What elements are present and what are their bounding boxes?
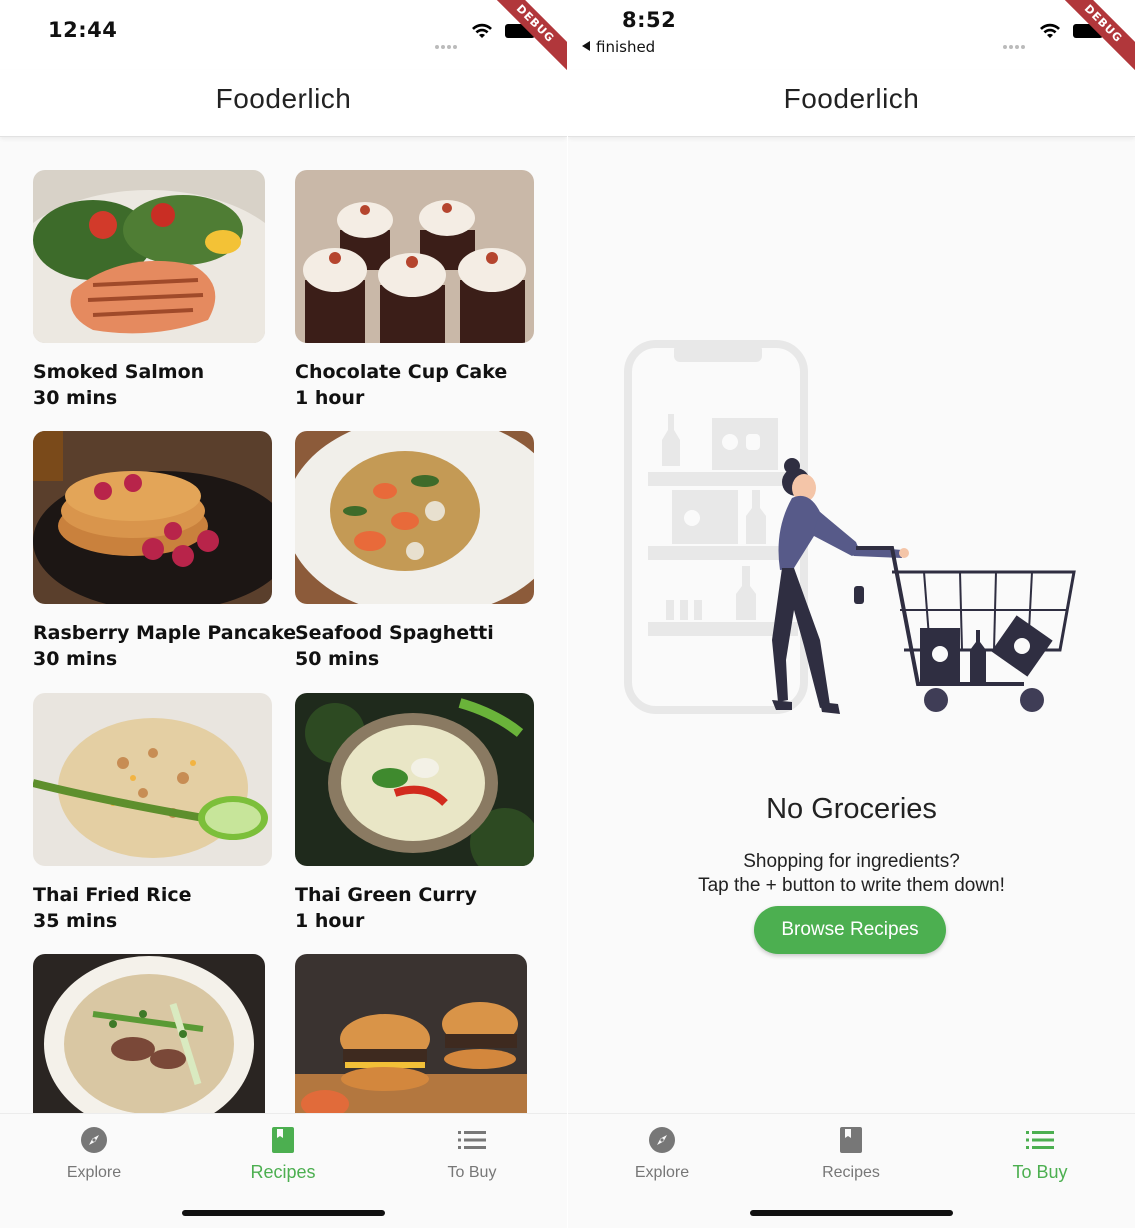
compass-icon [81,1127,107,1153]
bottom-navigation: Explore Recipes To Buy [568,1113,1135,1228]
nav-explore-label: Explore [66,1164,122,1181]
nav-to-buy[interactable]: To Buy [970,1124,1110,1183]
app-bar: Fooderlich [568,70,1135,137]
recipe-name: Thai Fried Rice [33,884,192,906]
app-title: Fooderlich [783,83,920,114]
list-icon [458,1131,486,1149]
home-indicator[interactable] [182,1210,385,1216]
nav-recipes-label: Recipes [822,1164,880,1181]
status-bar: 12:44 DEBUG [0,0,567,74]
recipe-image-chocolate-cup-cake [295,170,534,343]
empty-state-line-1: Shopping for ingredients? [743,851,960,872]
recipe-card[interactable] [33,954,265,1113]
status-time: 12:44 [48,18,118,42]
back-label: finished [596,38,656,56]
wifi-icon [472,23,492,38]
nav-to-buy[interactable]: To Buy [402,1124,542,1182]
to-buy-screen: 8:52 finished DEBUG Fooderlich No Grocer… [568,0,1135,1228]
recipe-image-burgers [295,954,527,1113]
recipes-screen: 12:44 DEBUG Fooderlich Smoked Salmon 30 … [0,0,567,1228]
recipe-image-smoked-salmon [33,170,265,343]
recipe-card[interactable]: Seafood Spaghetti 50 mins [295,431,534,672]
bottom-navigation: Explore Recipes To Buy [0,1113,567,1228]
nav-explore[interactable]: Explore [592,1124,732,1182]
recipe-name: Chocolate Cup Cake [295,361,508,383]
back-to-app-link[interactable]: finished [582,38,655,56]
recipe-image-thai-green-curry [295,693,534,866]
recipe-grid[interactable]: Smoked Salmon 30 mins Chocolate Cup Cake… [33,170,543,1113]
browse-recipes-button[interactable]: Browse Recipes [754,906,946,954]
recipe-duration: 30 mins [33,387,118,409]
compass-icon [649,1127,675,1153]
recipe-duration: 30 mins [33,648,118,670]
app-bar: Fooderlich [0,70,567,137]
recipe-card[interactable]: Rasberry Maple Pancake 30 mins [33,431,296,672]
recipe-image-seafood-spaghetti [295,431,534,604]
recipe-duration: 1 hour [295,910,365,932]
nav-explore-label: Explore [634,1164,690,1181]
recipe-card[interactable]: Thai Fried Rice 35 mins [33,693,272,934]
recipe-image-rasberry-maple-pancake [33,431,272,604]
recipe-duration: 50 mins [295,648,380,670]
nav-to-buy-label: To Buy [447,1164,497,1181]
book-icon [840,1127,862,1153]
recipe-duration: 1 hour [295,387,365,409]
recipe-duration: 35 mins [33,910,118,932]
recipe-name: Seafood Spaghetti [295,622,494,644]
recipe-name: Smoked Salmon [33,361,205,383]
recipe-card[interactable]: Chocolate Cup Cake 1 hour [295,170,534,411]
empty-state-title: No Groceries [766,793,937,825]
recipe-card[interactable]: Thai Green Curry 1 hour [295,693,534,934]
nav-recipes[interactable]: Recipes [213,1124,353,1183]
recipe-name: Rasberry Maple Pancake [33,622,297,644]
home-indicator[interactable] [750,1210,953,1216]
recipe-card[interactable]: Smoked Salmon 30 mins [33,170,265,411]
cellular-signal-icon [1003,34,1029,49]
book-icon [272,1127,294,1153]
status-time: 8:52 [622,8,677,32]
recipe-image-thai-fried-rice [33,693,272,866]
nav-explore[interactable]: Explore [24,1124,164,1182]
nav-recipes[interactable]: Recipes [781,1124,921,1182]
wifi-icon [1040,23,1060,38]
back-triangle-icon [582,41,590,51]
cellular-signal-icon [435,34,461,49]
list-icon [1026,1131,1054,1149]
status-bar: 8:52 finished DEBUG [568,0,1135,74]
empty-state-line-2: Tap the + button to write them down! [698,875,1005,896]
empty-state-message: Shopping for ingredients? Tap the + butt… [568,850,1135,898]
recipe-card[interactable] [295,954,527,1113]
app-title: Fooderlich [215,83,352,114]
recipe-name: Thai Green Curry [295,884,477,906]
nav-recipes-label: Recipes [250,1162,316,1182]
nav-to-buy-label: To Buy [1012,1162,1068,1182]
empty-grocery-illustration [624,340,1076,714]
recipe-image-pho [33,954,265,1113]
